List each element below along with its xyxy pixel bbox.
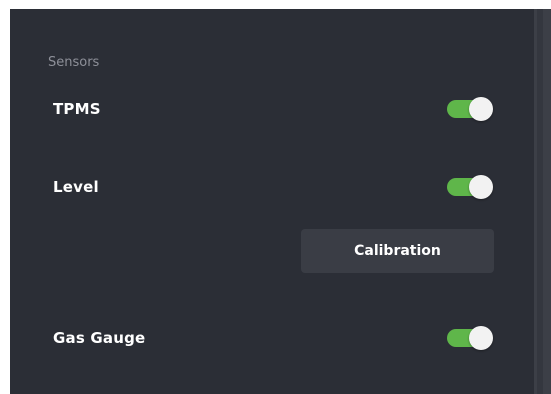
tpms-toggle[interactable] [447,97,493,121]
section-title: Sensors [48,55,100,70]
gas-gauge-label: Gas Gauge [53,329,146,347]
level-label: Level [53,178,99,196]
level-toggle-knob [469,175,493,199]
level-toggle[interactable] [447,175,493,199]
tpms-toggle-knob [469,97,493,121]
side-divider-inner [537,9,543,394]
calibration-button[interactable]: Calibration [301,229,494,273]
gas-gauge-toggle-knob [469,326,493,350]
tpms-label: TPMS [53,100,101,118]
gas-gauge-toggle[interactable] [447,326,493,350]
